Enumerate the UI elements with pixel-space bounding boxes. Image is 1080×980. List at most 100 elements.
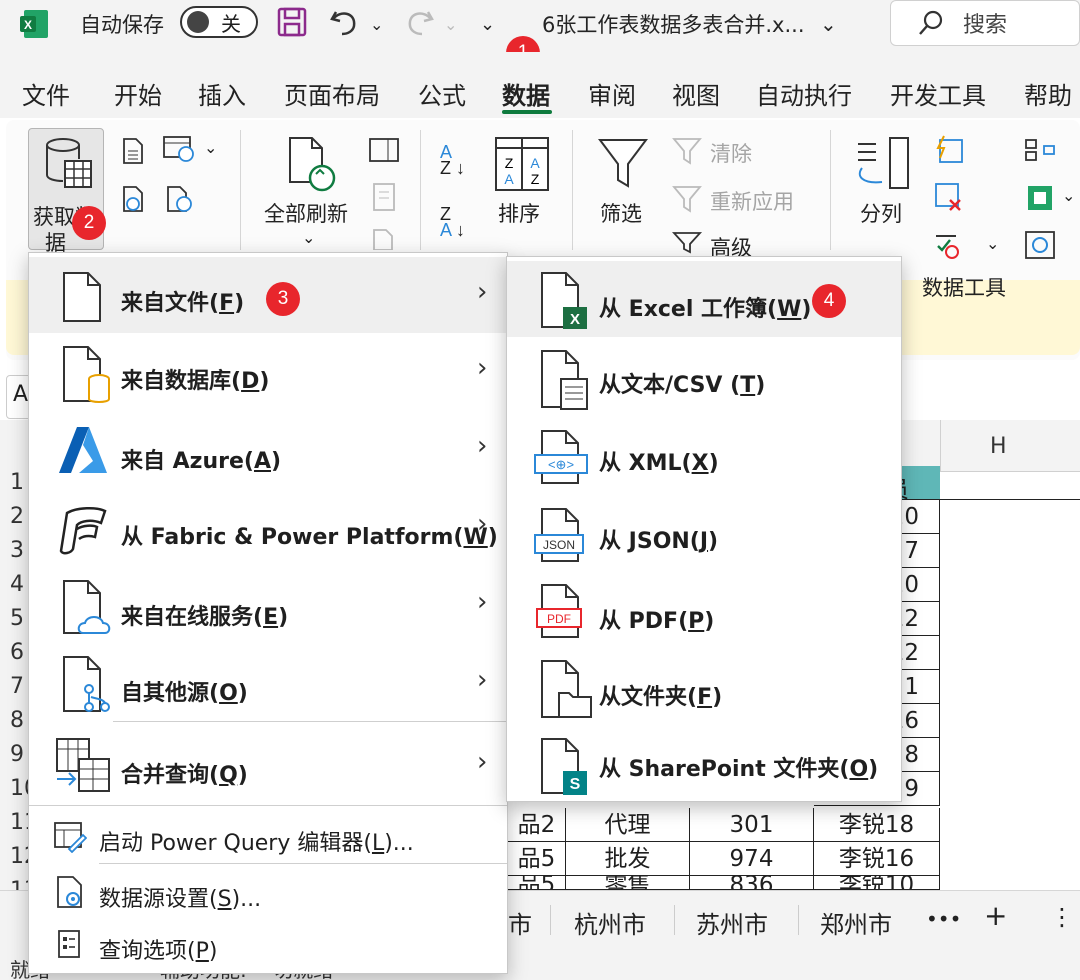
row-number[interactable]: 7 [0,670,30,704]
flash-fill-icon[interactable] [934,134,964,164]
menu-item-from-folder[interactable]: 从文件夹(F) [507,653,901,729]
add-sheet-icon[interactable]: + [984,899,1007,932]
table-cell[interactable]: 品5 [508,842,566,876]
menu-item-query-options[interactable]: 查询选项(P) [29,917,507,973]
tab-file[interactable]: 文件 [22,76,70,111]
tab-automate[interactable]: 自动执行 [756,76,852,111]
tab-data[interactable]: 数据 [502,76,550,111]
autosave-toggle[interactable]: 关 [180,6,258,38]
table-cell[interactable]: 李锐16 [814,842,940,876]
table-cell[interactable]: 零售 [566,876,690,890]
sheet-tab-suzhou[interactable]: 苏州市 [696,905,768,940]
tab-help[interactable]: 帮助 [1024,76,1072,111]
menu-item-launch-pq-editor[interactable]: 启动 Power Query 编辑器(L)... [29,809,507,865]
undo-dropdown-icon[interactable]: ⌄ [370,8,383,40]
queries-connections-icon[interactable] [368,136,400,164]
datasource-settings-icon [57,876,82,908]
recent-sources-icon[interactable] [164,184,196,214]
filename-dropdown-icon[interactable]: ⌄ [820,8,837,40]
table-cell[interactable]: 301 [690,808,814,842]
validation-dropdown-icon[interactable]: ⌄ [986,234,999,253]
row-number[interactable]: 12 [0,840,38,874]
menu-item-from-xml[interactable]: <⊕> 从 XML(X) [507,419,901,495]
consolidate-icon[interactable] [1024,136,1056,164]
from-text-icon[interactable] [118,136,148,166]
data-validation-icon[interactable] [934,230,964,260]
refresh-dropdown-icon[interactable]: ⌄ [302,228,315,247]
refresh-all-icon[interactable] [282,134,340,196]
undo-icon[interactable] [328,6,362,38]
row-number[interactable]: 3 [0,534,30,568]
menu-separator [113,721,507,722]
row-number[interactable]: 8 [0,704,30,738]
menu-item-from-fabric[interactable]: 从 Fabric & Power Platform(W) › [29,493,507,569]
menu-item-from-online-services[interactable]: 来自在线服务(E) › [29,571,507,647]
table-cell[interactable]: 李锐10 [814,876,940,890]
tab-home[interactable]: 开始 [114,76,162,111]
sort-az-icon[interactable]: AZ ↓ [440,143,465,177]
properties-icon [373,183,395,211]
tab-page-layout[interactable]: 页面布局 [284,76,380,111]
row-number[interactable]: 2 [0,500,30,534]
sharepoint-file-icon: S [541,738,587,795]
menu-item-from-database[interactable]: 来自数据库(D) › [29,337,507,413]
row-number[interactable]: 5 [0,602,30,636]
menu-item-from-pdf[interactable]: PDF 从 PDF(P) [507,575,901,651]
row-number[interactable]: 9 [0,738,30,772]
menu-item-from-json[interactable]: JSON 从 JSON(J) [507,497,901,573]
row-number[interactable]: 10 [0,772,38,806]
row-number[interactable]: 1 [0,466,30,500]
ribbon-divider [572,130,573,250]
table-cell[interactable]: 974 [690,842,814,876]
tab-divider [674,905,675,935]
from-web-icon[interactable] [118,184,148,214]
search-box[interactable]: 搜索 [890,0,1080,46]
row-number[interactable]: 6 [0,636,30,670]
menu-item-from-text-csv[interactable]: 从文本/CSV (T) [507,341,901,417]
filter-icon[interactable] [596,136,650,192]
row-number[interactable]: 11 [0,806,38,840]
tab-formulas[interactable]: 公式 [418,76,466,111]
tab-review[interactable]: 审阅 [588,76,636,111]
what-if-icon[interactable] [1024,230,1056,260]
title-bar: X 自动保存 关 ⌄ ⌄ ⌄ 6张工作表数据多表合并.x... ⌄ 搜索 [0,0,1080,52]
svg-text:PDF: PDF [547,612,571,626]
sheet-tab-zhengzhou[interactable]: 郑州市 [820,905,892,940]
menu-item-combine-queries[interactable]: 合并查询(Q) › [29,731,507,807]
tab-insert[interactable]: 插入 [198,76,246,111]
menu-item-from-other-sources[interactable]: 自其他源(O) › [29,649,507,725]
table-cell[interactable]: 李锐18 [814,808,940,842]
model-dropdown-icon[interactable]: ⌄ [1062,186,1075,205]
dropdown-chevron-icon[interactable]: ⌄ [204,138,217,157]
remove-duplicates-icon[interactable] [934,182,964,214]
file-name[interactable]: 6张工作表数据多表合并.x... [542,8,805,40]
tab-developer[interactable]: 开发工具 [890,76,986,111]
save-icon[interactable] [276,6,308,38]
advanced-filter-icon[interactable] [672,230,704,254]
customize-qat-icon[interactable]: ⌄ [480,8,495,40]
menu-item-data-source-settings[interactable]: 数据源设置(S)... [29,865,507,921]
sort-za-icon[interactable]: ZA ↓ [440,205,465,239]
more-sheets-icon[interactable]: ••• [926,907,961,931]
table-cell[interactable]: 品5 [508,876,566,890]
data-model-icon[interactable] [1024,182,1056,214]
sort-icon[interactable]: Z A A Z [494,136,550,192]
sheet-tab[interactable]: 市 [508,905,532,940]
table-cell[interactable]: 代理 [566,808,690,842]
column-header-h[interactable]: H [990,434,1007,459]
menu-item-from-sharepoint-folder[interactable]: S 从 SharePoint 文件夹(O) [507,731,901,801]
sheet-tab-hangzhou[interactable]: 杭州市 [574,905,646,940]
text-to-columns-icon[interactable] [852,136,910,192]
row-number[interactable]: 4 [0,568,30,602]
from-web-table-icon[interactable] [162,134,200,164]
chevron-right-icon: › [477,665,488,695]
table-cell[interactable]: 品2 [508,808,566,842]
json-file-icon: JSON [534,508,584,562]
ribbon-divider [420,130,421,250]
chevron-right-icon: › [477,353,488,383]
table-cell[interactable]: 836 [690,876,814,890]
menu-item-from-azure[interactable]: 来自 Azure(A) › [29,415,507,491]
tab-view[interactable]: 视图 [672,76,720,111]
sheet-options-icon[interactable]: ⋮ [1050,903,1074,931]
table-cell[interactable]: 批发 [566,842,690,876]
